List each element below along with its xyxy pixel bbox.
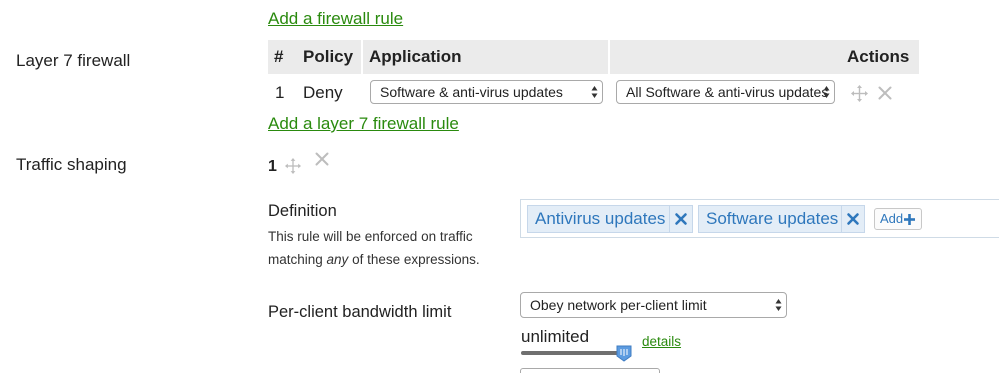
sub-application-select[interactable]: All Software & anti-virus updates — [616, 80, 835, 104]
expression-tag: Antivirus updates — [527, 205, 693, 233]
select-arrows-icon — [775, 299, 782, 311]
bandwidth-limit-heading: Per-client bandwidth limit — [268, 303, 452, 321]
help-text-emphasis: any — [326, 252, 349, 267]
plus-icon — [904, 214, 915, 225]
close-icon[interactable] — [878, 86, 892, 100]
shaping-rule-number: 1 — [268, 158, 277, 175]
traffic-shaping-label: Traffic shaping — [16, 155, 127, 174]
layer7-firewall-label: Layer 7 firewall — [16, 51, 131, 70]
header-policy: Policy — [297, 40, 361, 74]
sub-application-select-value: All Software & anti-virus updates — [626, 84, 829, 100]
bandwidth-slider-track[interactable] — [521, 351, 627, 355]
header-actions: Actions — [841, 40, 919, 74]
rule-number: 1 — [275, 83, 285, 102]
move-icon[interactable] — [851, 85, 868, 102]
definition-heading: Definition — [268, 202, 337, 220]
select-arrows-icon — [591, 86, 598, 98]
bandwidth-details-link[interactable]: details — [642, 334, 681, 349]
select-arrows-icon — [823, 86, 830, 98]
tag-remove-icon[interactable] — [841, 206, 864, 232]
expression-tag: Software updates — [698, 205, 865, 233]
bandwidth-input[interactable] — [520, 368, 660, 373]
bandwidth-slider-thumb[interactable] — [616, 345, 632, 362]
header-application: Application — [363, 40, 608, 74]
header-number: # — [268, 40, 297, 74]
add-firewall-rule-link[interactable]: Add a firewall rule — [268, 9, 403, 29]
add-expression-button[interactable]: Add — [874, 208, 922, 230]
add-layer7-rule-link[interactable]: Add a layer 7 firewall rule — [268, 114, 459, 134]
help-text-pre: matching — [268, 252, 327, 267]
definition-help-line1: This rule will be enforced on traffic — [268, 229, 473, 244]
header-sub-application — [610, 40, 841, 74]
rule-policy: Deny — [303, 83, 343, 102]
application-select-value: Software & anti-virus updates — [380, 84, 563, 100]
help-text-post: of these expressions. — [348, 252, 480, 267]
expression-tag-box[interactable]: Antivirus updates Software updates Add — [520, 199, 999, 238]
page: Add a firewall rule Layer 7 firewall # P… — [0, 0, 999, 373]
tag-label: Antivirus updates — [535, 209, 666, 228]
tag-label: Software updates — [706, 209, 839, 228]
add-expression-label: Add — [880, 211, 904, 226]
application-select[interactable]: Software & anti-virus updates — [370, 80, 603, 104]
tag-remove-icon[interactable] — [669, 206, 692, 232]
close-icon[interactable] — [315, 152, 329, 166]
definition-help-line2: matching any of these expressions. — [268, 252, 480, 267]
move-icon[interactable] — [285, 158, 301, 174]
bandwidth-limit-select[interactable]: Obey network per-client limit — [520, 292, 787, 318]
bandwidth-limit-select-value: Obey network per-client limit — [530, 297, 707, 313]
bandwidth-value: unlimited — [521, 327, 590, 346]
